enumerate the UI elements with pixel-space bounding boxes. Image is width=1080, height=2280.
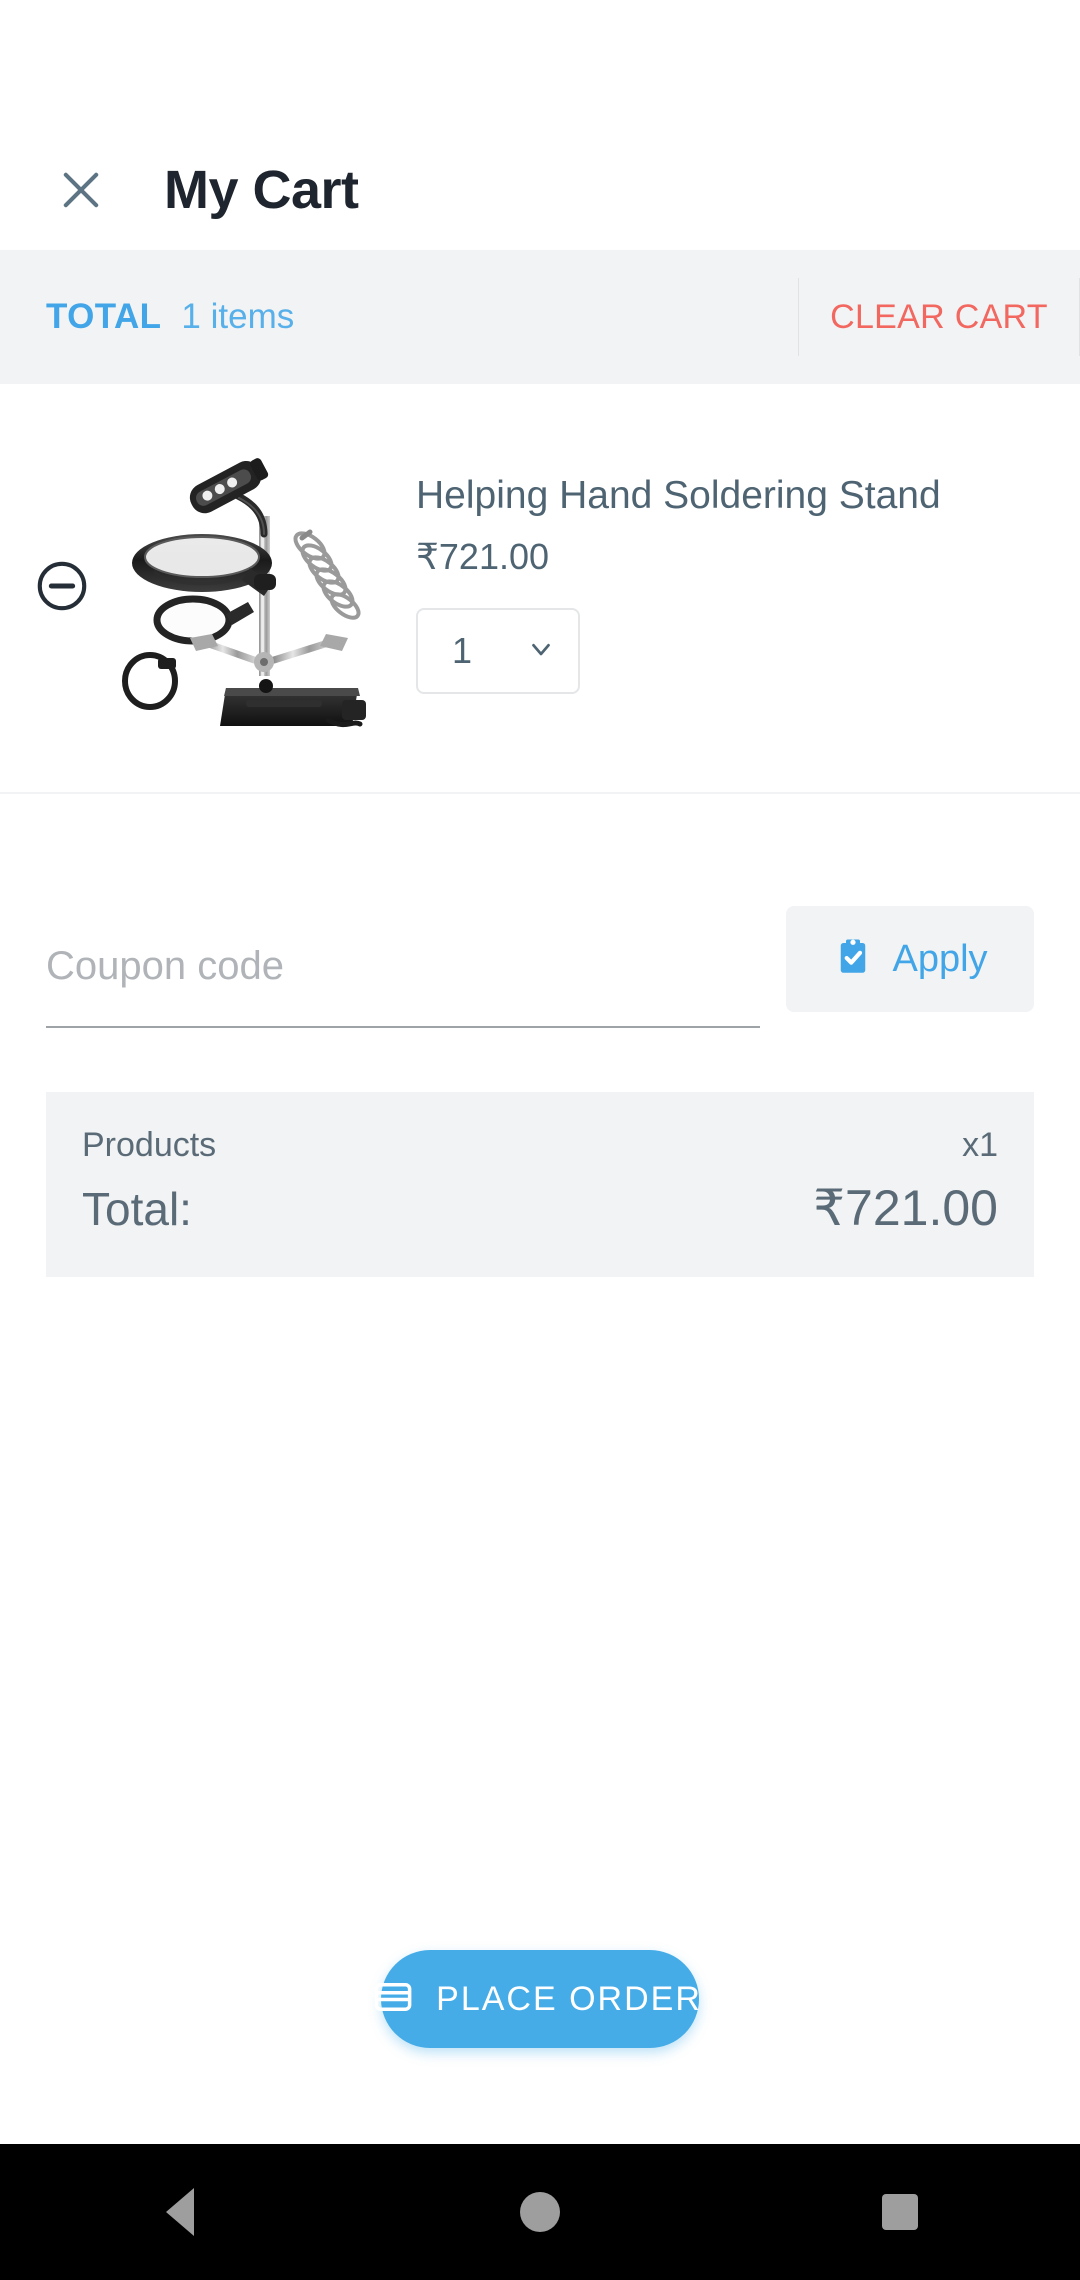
total-label: TOTAL [46,297,162,336]
summary-products-value: x1 [962,1126,998,1164]
order-summary-panel: Products x1 Total: ₹721.00 [46,1092,1034,1277]
cart-screen: My Cart TOTAL 1 items CLEAR CART Helping… [0,0,1080,2280]
quantity-select[interactable]: 1 [416,608,580,695]
summary-total-label: Total: [82,1183,192,1235]
cart-item-row: Helping Hand Soldering Stand ₹721.00 1 [0,384,1080,794]
back-triangle-icon [166,2188,194,2236]
product-thumbnail[interactable] [114,438,366,738]
coupon-input[interactable] [46,943,760,989]
nav-back-button[interactable] [110,2144,250,2280]
place-order-button[interactable]: PLACE ORDER [374,1950,702,2048]
place-order-container: PLACE ORDER [0,1950,1080,2048]
apply-coupon-button[interactable]: Apply [786,906,1034,1012]
summary-total-value: ₹721.00 [813,1180,998,1236]
home-circle-icon [520,2192,560,2232]
status-bar [0,0,1080,130]
coupon-field[interactable] [46,906,760,1028]
clear-cart-container[interactable]: CLEAR CART [798,250,1080,384]
minus-circle-icon [33,557,91,620]
clear-cart-button[interactable]: CLEAR CART [830,298,1048,337]
summary-row-products: Products x1 [82,1126,998,1165]
coupon-section: Apply [0,906,1080,1028]
remove-item-button[interactable] [14,540,110,636]
nav-recents-button[interactable] [830,2144,970,2280]
clipboard-check-icon [832,936,874,983]
android-nav-bar [0,2144,1080,2280]
summary-products-label: Products [82,1126,217,1164]
credit-card-icon [372,1976,414,2023]
summary-row-total: Total: ₹721.00 [82,1179,998,1237]
apply-label: Apply [892,937,988,980]
quantity-value: 1 [452,630,473,672]
recents-square-icon [882,2194,918,2230]
cart-total-bar: TOTAL 1 items CLEAR CART [0,250,1080,384]
cart-total-summary: TOTAL 1 items [46,297,798,337]
place-order-label: PLACE ORDER [436,1979,702,2018]
app-bar: My Cart [0,130,1080,250]
total-items-count: 1 items [181,297,295,336]
product-title: Helping Hand Soldering Stand [416,473,941,517]
page-title: My Cart [164,160,359,220]
cart-item-details: Helping Hand Soldering Stand ₹721.00 1 [416,474,1080,703]
nav-home-button[interactable] [470,2144,610,2280]
product-price: ₹721.00 [416,536,550,578]
close-button[interactable] [42,151,120,229]
chevron-down-icon [526,634,556,669]
close-icon [55,164,107,216]
